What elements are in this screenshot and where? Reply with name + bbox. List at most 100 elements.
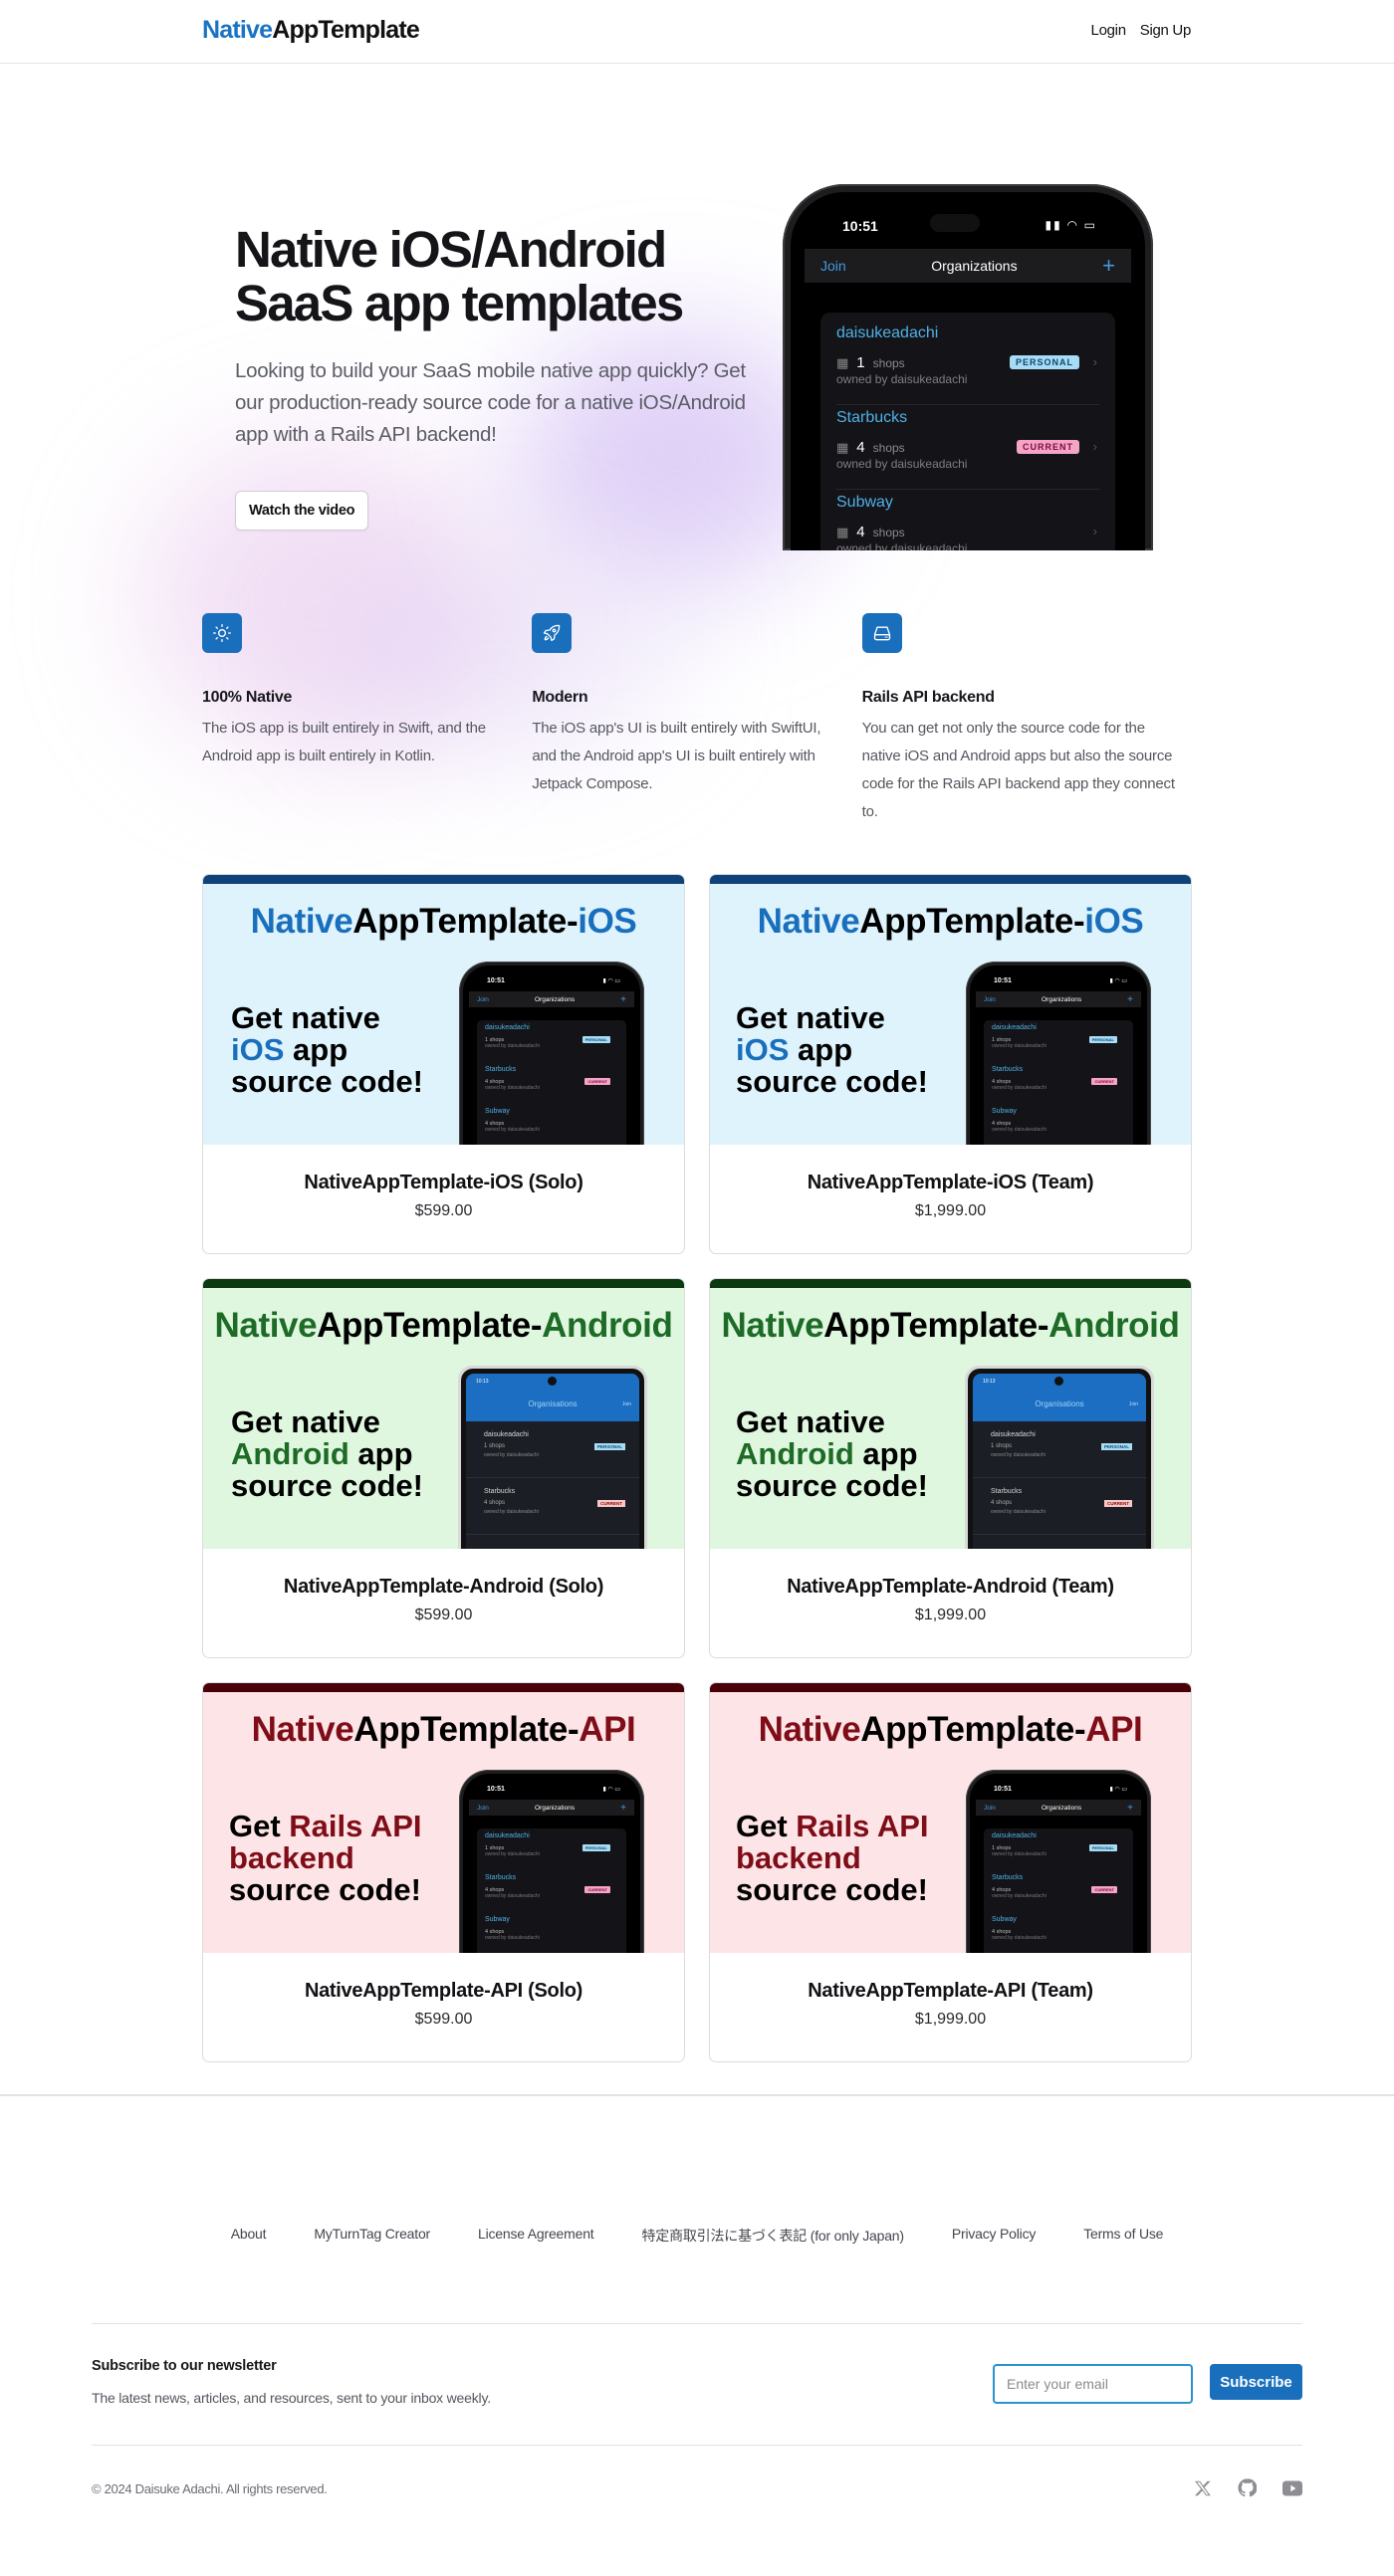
org-item: Starbucks 4 shops owned by daisukeadachi CU… xyxy=(992,1874,1125,1916)
phone-status-bar: 10:51 ▮▮ ◠ ▭ xyxy=(791,192,1145,234)
product-card[interactable]: NativeAppTemplate-API Get Rails API backe… xyxy=(202,1682,685,2062)
org-item: Subway ▦ 4 shops owned by daisukeadachi › xyxy=(836,494,1097,550)
store-icon: ▦ xyxy=(836,440,849,455)
org-item: daisukeadachi 1 shops owned by daisukeadac… xyxy=(992,1832,1125,1874)
signal-wifi-battery-icon: ▮ ◠ ▭ xyxy=(1109,978,1127,984)
product-name[interactable]: NativeAppTemplate-API (Team) xyxy=(710,1980,1191,2003)
badge-personal: PERSONAL xyxy=(1009,355,1079,369)
android-phone-mockup: 10:13 Organisations Join daisukeadachi 1 sh… xyxy=(458,1366,647,1549)
footer-divider xyxy=(0,2094,1394,2096)
store-icon: ▦ xyxy=(836,525,849,539)
banner-tagline: Get native iOS app source code! xyxy=(231,1000,423,1099)
product-price: $1,999.00 xyxy=(914,1202,987,1219)
org-item: Subway 4 shops owned by daisukeadachi xyxy=(992,1916,1046,1941)
footer-link-license-agreement[interactable]: License Agreement xyxy=(478,2226,594,2246)
product-price: $1,999.00 xyxy=(914,1607,987,1623)
footer-link-myturntag-creator[interactable]: MyTurnTag Creator xyxy=(314,2226,430,2246)
org-item: Starbucks 4 shops owned by daisukeadachi CU… xyxy=(485,1066,618,1108)
product-name[interactable]: NativeAppTemplate-API (Solo) xyxy=(203,1980,684,2003)
watch-video-button[interactable]: Watch the video xyxy=(235,491,369,531)
x-icon[interactable] xyxy=(1194,2479,1212,2497)
copyright: © 2024 Daisuke Adachi. All rights reserv… xyxy=(92,2481,328,2496)
login-link[interactable]: Login xyxy=(1091,22,1127,39)
footer-link-tokushoho[interactable]: 特定商取引法に基づく表記 (for only Japan) xyxy=(641,2226,904,2246)
badge-current: CURRENT xyxy=(1017,440,1079,454)
banner-tagline: Get native Android app source code! xyxy=(231,1404,423,1503)
badge-current: CURRENT xyxy=(584,1078,610,1085)
chevron-right-icon: › xyxy=(1092,354,1097,369)
hero-section: Native iOS/Android SaaS app templates Lo… xyxy=(0,64,1394,550)
product-name[interactable]: NativeAppTemplate-iOS (Solo) xyxy=(203,1172,684,1194)
badge-current: CURRENT xyxy=(1091,1886,1117,1893)
product-price: $599.00 xyxy=(414,1607,473,1623)
product-banner: NativeAppTemplate-Android Get native Andr… xyxy=(203,1279,684,1549)
badge-personal: PERSONAL xyxy=(1088,1036,1117,1043)
footer-link-privacy-policy[interactable]: Privacy Policy xyxy=(952,2226,1037,2246)
badge-personal: PERSONAL xyxy=(1088,1844,1117,1851)
banner-title: NativeAppTemplate-Android xyxy=(721,1306,1180,1345)
newsletter-title: Subscribe to our newsletter xyxy=(92,2358,277,2374)
org-item: Starbucks 4 shops owned by daisukeadachi CU… xyxy=(485,1874,618,1916)
product-card[interactable]: NativeAppTemplate-Android Get native Andr… xyxy=(202,1278,685,1658)
product-card[interactable]: NativeAppTemplate-iOS Get native iOS app s… xyxy=(709,874,1192,1254)
product-card[interactable]: NativeAppTemplate-iOS Get native iOS app s… xyxy=(202,874,685,1254)
org-item: daisukeadachi 1 shops owned by daisukeadac… xyxy=(973,1421,1146,1478)
signal-wifi-battery-icon: ▮▮ ◠ ▭ xyxy=(1045,218,1097,232)
org-item: Subway 4 shops owned by daisukeadachi xyxy=(992,1108,1046,1133)
rocket-icon xyxy=(532,613,573,653)
badge-personal: PERSONAL xyxy=(581,1036,610,1043)
footer-link-terms-of-use[interactable]: Terms of Use xyxy=(1083,2226,1163,2246)
product-name[interactable]: NativeAppTemplate-iOS (Team) xyxy=(710,1172,1191,1194)
signal-wifi-battery-icon: ▮ ◠ ▭ xyxy=(602,1787,620,1793)
product-grid: NativeAppTemplate-iOS Get native iOS app s… xyxy=(202,874,1192,2062)
product-card[interactable]: NativeAppTemplate-API Get Rails API backe… xyxy=(709,1682,1192,2062)
hero-phone-mockup: 10:51 ▮▮ ◠ ▭ Join Organizations + daisuk… xyxy=(783,184,1153,550)
camera-icon xyxy=(548,1377,557,1386)
org-item: daisukeadachi ▦ 1 shops owned by daisukead… xyxy=(836,321,1099,405)
store-icon: ▦ xyxy=(836,355,849,370)
product-name[interactable]: NativeAppTemplate-Android (Solo) xyxy=(203,1576,684,1599)
badge-personal: PERSONAL xyxy=(593,1443,625,1450)
newsletter-section: Subscribe to our newsletter The latest n… xyxy=(92,2323,1302,2445)
email-input[interactable] xyxy=(993,2364,1193,2404)
banner-title: NativeAppTemplate-iOS xyxy=(757,902,1144,941)
android-phone-mockup: 10:13 Organisations Join daisukeadachi 1 sh… xyxy=(965,1366,1154,1549)
org-item: daisukeadachi 1 shops owned by daisukeadac… xyxy=(485,1024,618,1066)
chevron-right-icon: › xyxy=(1092,439,1097,454)
product-name[interactable]: NativeAppTemplate-Android (Team) xyxy=(710,1576,1191,1599)
server-icon xyxy=(861,613,902,653)
signup-link[interactable]: Sign Up xyxy=(1140,22,1192,39)
banner-tagline: Get Rails API backend source code! xyxy=(736,1809,929,1907)
site-footer: About MyTurnTag Creator License Agreemen… xyxy=(0,2226,1394,2564)
org-item: daisukeadachi 1 shops owned by daisukeadac… xyxy=(485,1832,618,1874)
youtube-icon[interactable] xyxy=(1282,2480,1302,2496)
hero-title: Native iOS/Android SaaS app templates xyxy=(235,221,684,331)
org-item: daisukeadachi 1 shops owned by daisukeadac… xyxy=(466,1421,639,1478)
product-price: $599.00 xyxy=(414,2011,473,2028)
product-card[interactable]: NativeAppTemplate-Android Get native Andr… xyxy=(709,1278,1192,1658)
badge-current: CURRENT xyxy=(1104,1500,1132,1507)
feature-modern: Modern The iOS app's UI is built entirel… xyxy=(532,613,861,826)
plus-icon: + xyxy=(1102,253,1115,278)
product-price: $1,999.00 xyxy=(914,2011,987,2028)
dynamic-island xyxy=(930,214,980,232)
org-item: Starbucks 4 shops owned by daisukeadachi CU… xyxy=(973,1478,1146,1535)
org-item: daisukeadachi 1 shops owned by daisukeadac… xyxy=(992,1024,1125,1066)
footer-nav: About MyTurnTag Creator License Agreemen… xyxy=(0,2226,1394,2246)
org-item: Subway 4 shops owned by daisukeadachi xyxy=(485,1108,540,1133)
subscribe-button[interactable]: Subscribe xyxy=(1210,2364,1302,2400)
product-banner: NativeAppTemplate-API Get Rails API backe… xyxy=(203,1683,684,1953)
footer-link-about[interactable]: About xyxy=(231,2226,267,2246)
badge-current: CURRENT xyxy=(597,1500,625,1507)
org-item: Subway 4 shops owned by daisukeadachi xyxy=(485,1916,540,1941)
badge-current: CURRENT xyxy=(1091,1078,1117,1085)
newsletter-description: The latest news, articles, and resources… xyxy=(92,2390,491,2406)
badge-current: CURRENT xyxy=(584,1886,610,1893)
product-banner: NativeAppTemplate-Android Get native Andr… xyxy=(710,1279,1191,1549)
banner-title: NativeAppTemplate-iOS xyxy=(250,902,637,941)
logo[interactable]: NativeAppTemplate xyxy=(202,16,420,45)
chevron-right-icon: › xyxy=(1092,524,1097,538)
banner-title: NativeAppTemplate-API xyxy=(758,1710,1143,1749)
footer-bottom: © 2024 Daisuke Adachi. All rights reserv… xyxy=(92,2445,1302,2564)
github-icon[interactable] xyxy=(1238,2478,1257,2497)
